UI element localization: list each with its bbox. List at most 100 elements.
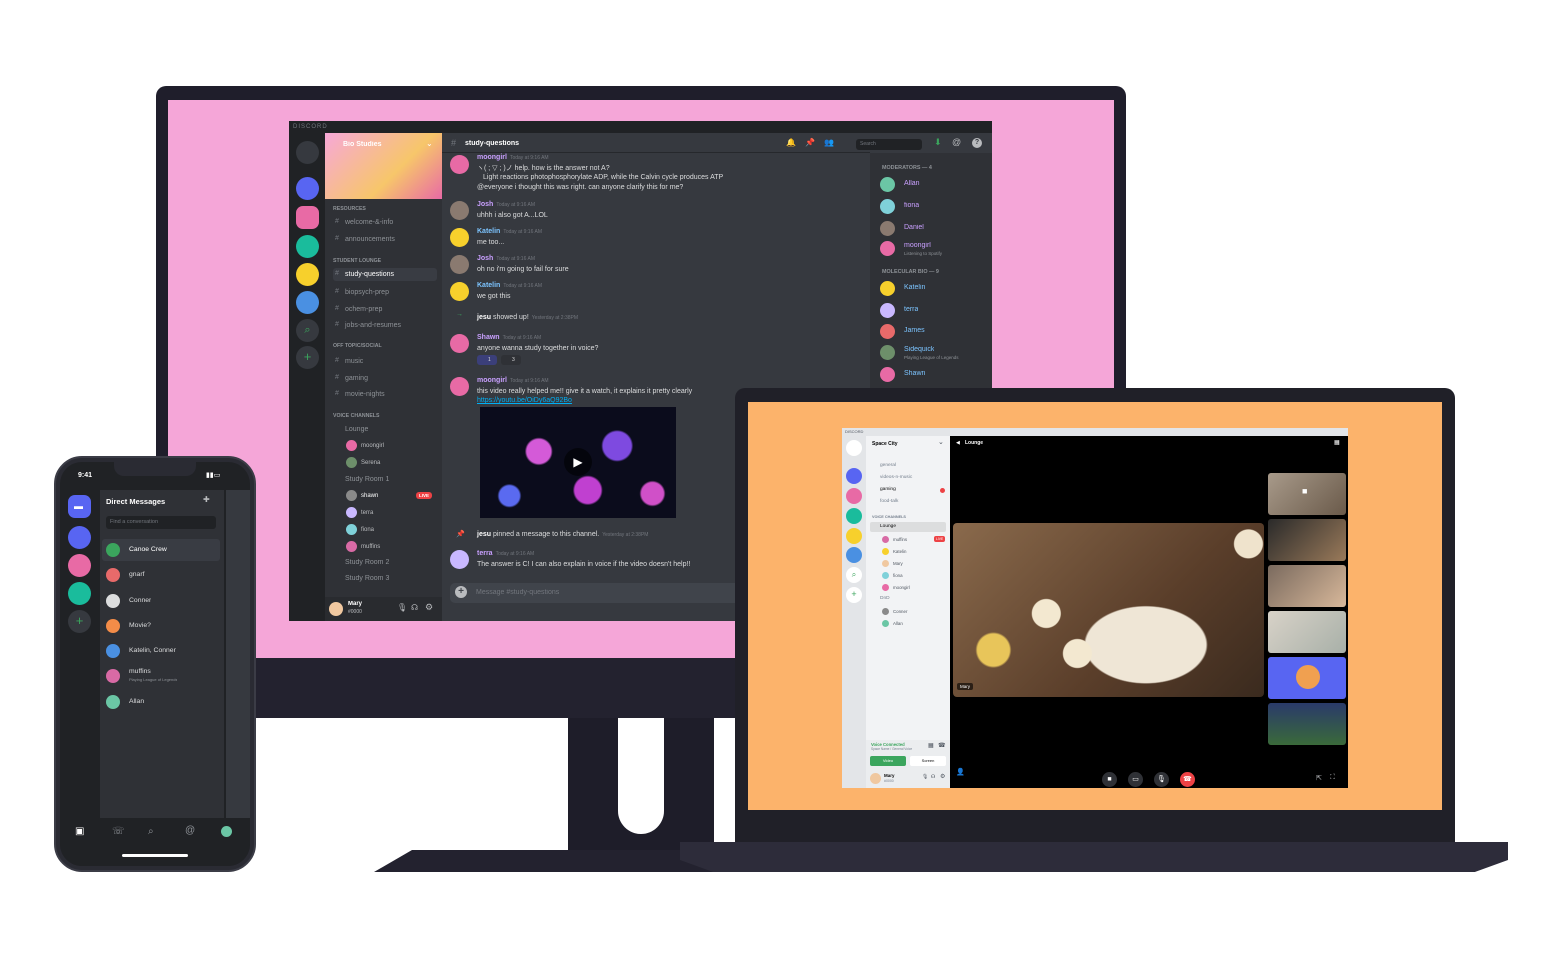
voice-user[interactable]: terra: [361, 510, 373, 516]
pin-icon[interactable]: 📌: [805, 138, 815, 147]
voice-channel-study-room-3[interactable]: Study Room 3: [345, 575, 389, 582]
voice-user[interactable]: fiona: [893, 573, 903, 578]
gear-icon[interactable]: ⚙: [940, 773, 945, 780]
home-button[interactable]: [296, 141, 319, 164]
call-tab-icon[interactable]: ☏: [112, 826, 125, 837]
avatar[interactable]: [870, 773, 881, 784]
server-icon[interactable]: [846, 508, 862, 524]
microphone-icon[interactable]: 🎙: [397, 603, 407, 612]
member[interactable]: moongirl Listening to Spotify: [880, 239, 990, 259]
server-icon[interactable]: [296, 235, 319, 258]
channel-welcome[interactable]: welcome-&-info: [333, 216, 437, 229]
play-icon[interactable]: ▶: [564, 448, 592, 476]
popout-icon[interactable]: ⇱: [1316, 774, 1322, 782]
bell-icon[interactable]: 🔔: [786, 138, 796, 147]
video-tile[interactable]: [1268, 657, 1346, 699]
search-tab-icon[interactable]: ⌕: [148, 826, 154, 837]
server-icon[interactable]: [846, 488, 862, 504]
home-tab-icon[interactable]: ▣: [75, 826, 84, 837]
avatar[interactable]: [450, 201, 469, 220]
member[interactable]: James: [880, 322, 990, 342]
channel-music[interactable]: music: [333, 355, 437, 368]
server-icon[interactable]: [296, 291, 319, 314]
voice-channel-lounge[interactable]: Lounge: [870, 522, 946, 532]
mention-icon[interactable]: @: [952, 137, 961, 147]
voice-channel-dnd[interactable]: DnD: [870, 594, 946, 604]
server-icon[interactable]: [846, 547, 862, 563]
gear-icon[interactable]: ⚙: [425, 602, 433, 613]
channel-gaming[interactable]: gaming: [870, 485, 946, 495]
avatar[interactable]: [450, 228, 469, 247]
channel-announcements[interactable]: announcements: [333, 233, 437, 246]
reaction[interactable]: 1: [477, 355, 497, 365]
headphones-icon[interactable]: ☊: [931, 774, 935, 780]
channel-videos[interactable]: videos-n-music: [870, 473, 946, 483]
server-icon[interactable]: [68, 554, 91, 577]
voice-channel-study-room-1[interactable]: Study Room 1: [345, 476, 389, 483]
video-tile[interactable]: [1268, 611, 1346, 653]
category-offtopic[interactable]: OFF TOPIC/SOCIAL: [333, 343, 382, 349]
add-server-icon[interactable]: +: [296, 346, 319, 369]
signal-icon[interactable]: ▦: [928, 742, 934, 749]
avatar[interactable]: [450, 550, 469, 569]
screen-share-icon[interactable]: ▭: [1128, 772, 1143, 787]
video-button[interactable]: Video: [870, 756, 906, 766]
voice-channel-lounge[interactable]: Lounge: [345, 426, 368, 433]
microphone-button[interactable]: 🎙: [1154, 772, 1169, 787]
avatar[interactable]: [450, 155, 469, 174]
screen-share-button[interactable]: Screen: [910, 756, 946, 766]
search-input[interactable]: Search: [856, 139, 922, 150]
add-user-icon[interactable]: 👤: [956, 768, 965, 776]
add-server-icon[interactable]: +: [68, 610, 91, 633]
voice-user[interactable]: Mary: [893, 561, 903, 566]
server-icon[interactable]: [68, 526, 91, 549]
headphones-icon[interactable]: ☊: [411, 603, 418, 612]
explore-icon[interactable]: ⌕: [846, 567, 862, 583]
voice-user[interactable]: Katelin: [893, 549, 906, 554]
category-voice[interactable]: VOICE CHANNELS: [333, 413, 379, 419]
avatar[interactable]: [450, 282, 469, 301]
add-server-icon[interactable]: +: [846, 587, 862, 603]
chevron-down-icon[interactable]: ⌄: [938, 438, 944, 446]
dm-item[interactable]: Katelin, Conner: [102, 640, 220, 662]
member[interactable]: Sidequick Playing League of Legends: [880, 343, 990, 363]
channel-ochem[interactable]: ochem-prep: [333, 303, 437, 316]
video-tile[interactable]: ■: [1268, 473, 1346, 515]
download-icon[interactable]: ⬇: [934, 137, 942, 148]
chevron-down-icon[interactable]: ⌄: [426, 139, 433, 148]
explore-icon[interactable]: ⌕: [296, 319, 319, 342]
avatar[interactable]: [450, 255, 469, 274]
video-link[interactable]: https://youtu.be/OiDy6aQ92Bo: [477, 397, 572, 404]
member[interactable]: fiona: [880, 197, 990, 217]
main-video-stream[interactable]: Mary: [953, 523, 1264, 697]
server-icon[interactable]: [846, 468, 862, 484]
category-resources[interactable]: RESOURCES: [333, 206, 366, 212]
members-icon[interactable]: 👥: [824, 138, 834, 147]
dm-item[interactable]: Allan: [102, 691, 220, 713]
avatar[interactable]: [329, 602, 343, 616]
video-tile[interactable]: [1268, 565, 1346, 607]
channel-general[interactable]: general: [870, 461, 946, 471]
dm-search-input[interactable]: Find a conversation: [106, 516, 216, 529]
channel-movie-nights[interactable]: movie-nights: [333, 388, 437, 401]
voice-channel-study-room-2[interactable]: Study Room 2: [345, 559, 389, 566]
server-icon-bio-studies[interactable]: [296, 206, 319, 229]
voice-user[interactable]: shawn: [361, 493, 378, 499]
avatar[interactable]: [450, 377, 469, 396]
server-icon[interactable]: [296, 177, 319, 200]
microphone-icon[interactable]: 🎙: [922, 774, 928, 780]
grid-icon[interactable]: ▦: [1334, 439, 1340, 446]
member[interactable]: terra: [880, 301, 990, 321]
mention-tab-icon[interactable]: @: [185, 825, 195, 836]
voice-user[interactable]: fiona: [361, 527, 374, 533]
disconnect-icon[interactable]: ☎: [938, 742, 945, 749]
fullscreen-icon[interactable]: ⛶: [1330, 774, 1335, 782]
server-icon[interactable]: [846, 528, 862, 544]
voice-user[interactable]: moongirl: [361, 443, 384, 449]
dm-item[interactable]: gnarf: [102, 564, 220, 586]
channel-biopsych[interactable]: biopsych-prep: [333, 286, 437, 299]
server-icon[interactable]: [296, 263, 319, 286]
channel-food-talk[interactable]: food-talk: [870, 497, 946, 507]
video-tile[interactable]: [1268, 519, 1346, 561]
server-name[interactable]: Bio Studies: [343, 141, 382, 148]
